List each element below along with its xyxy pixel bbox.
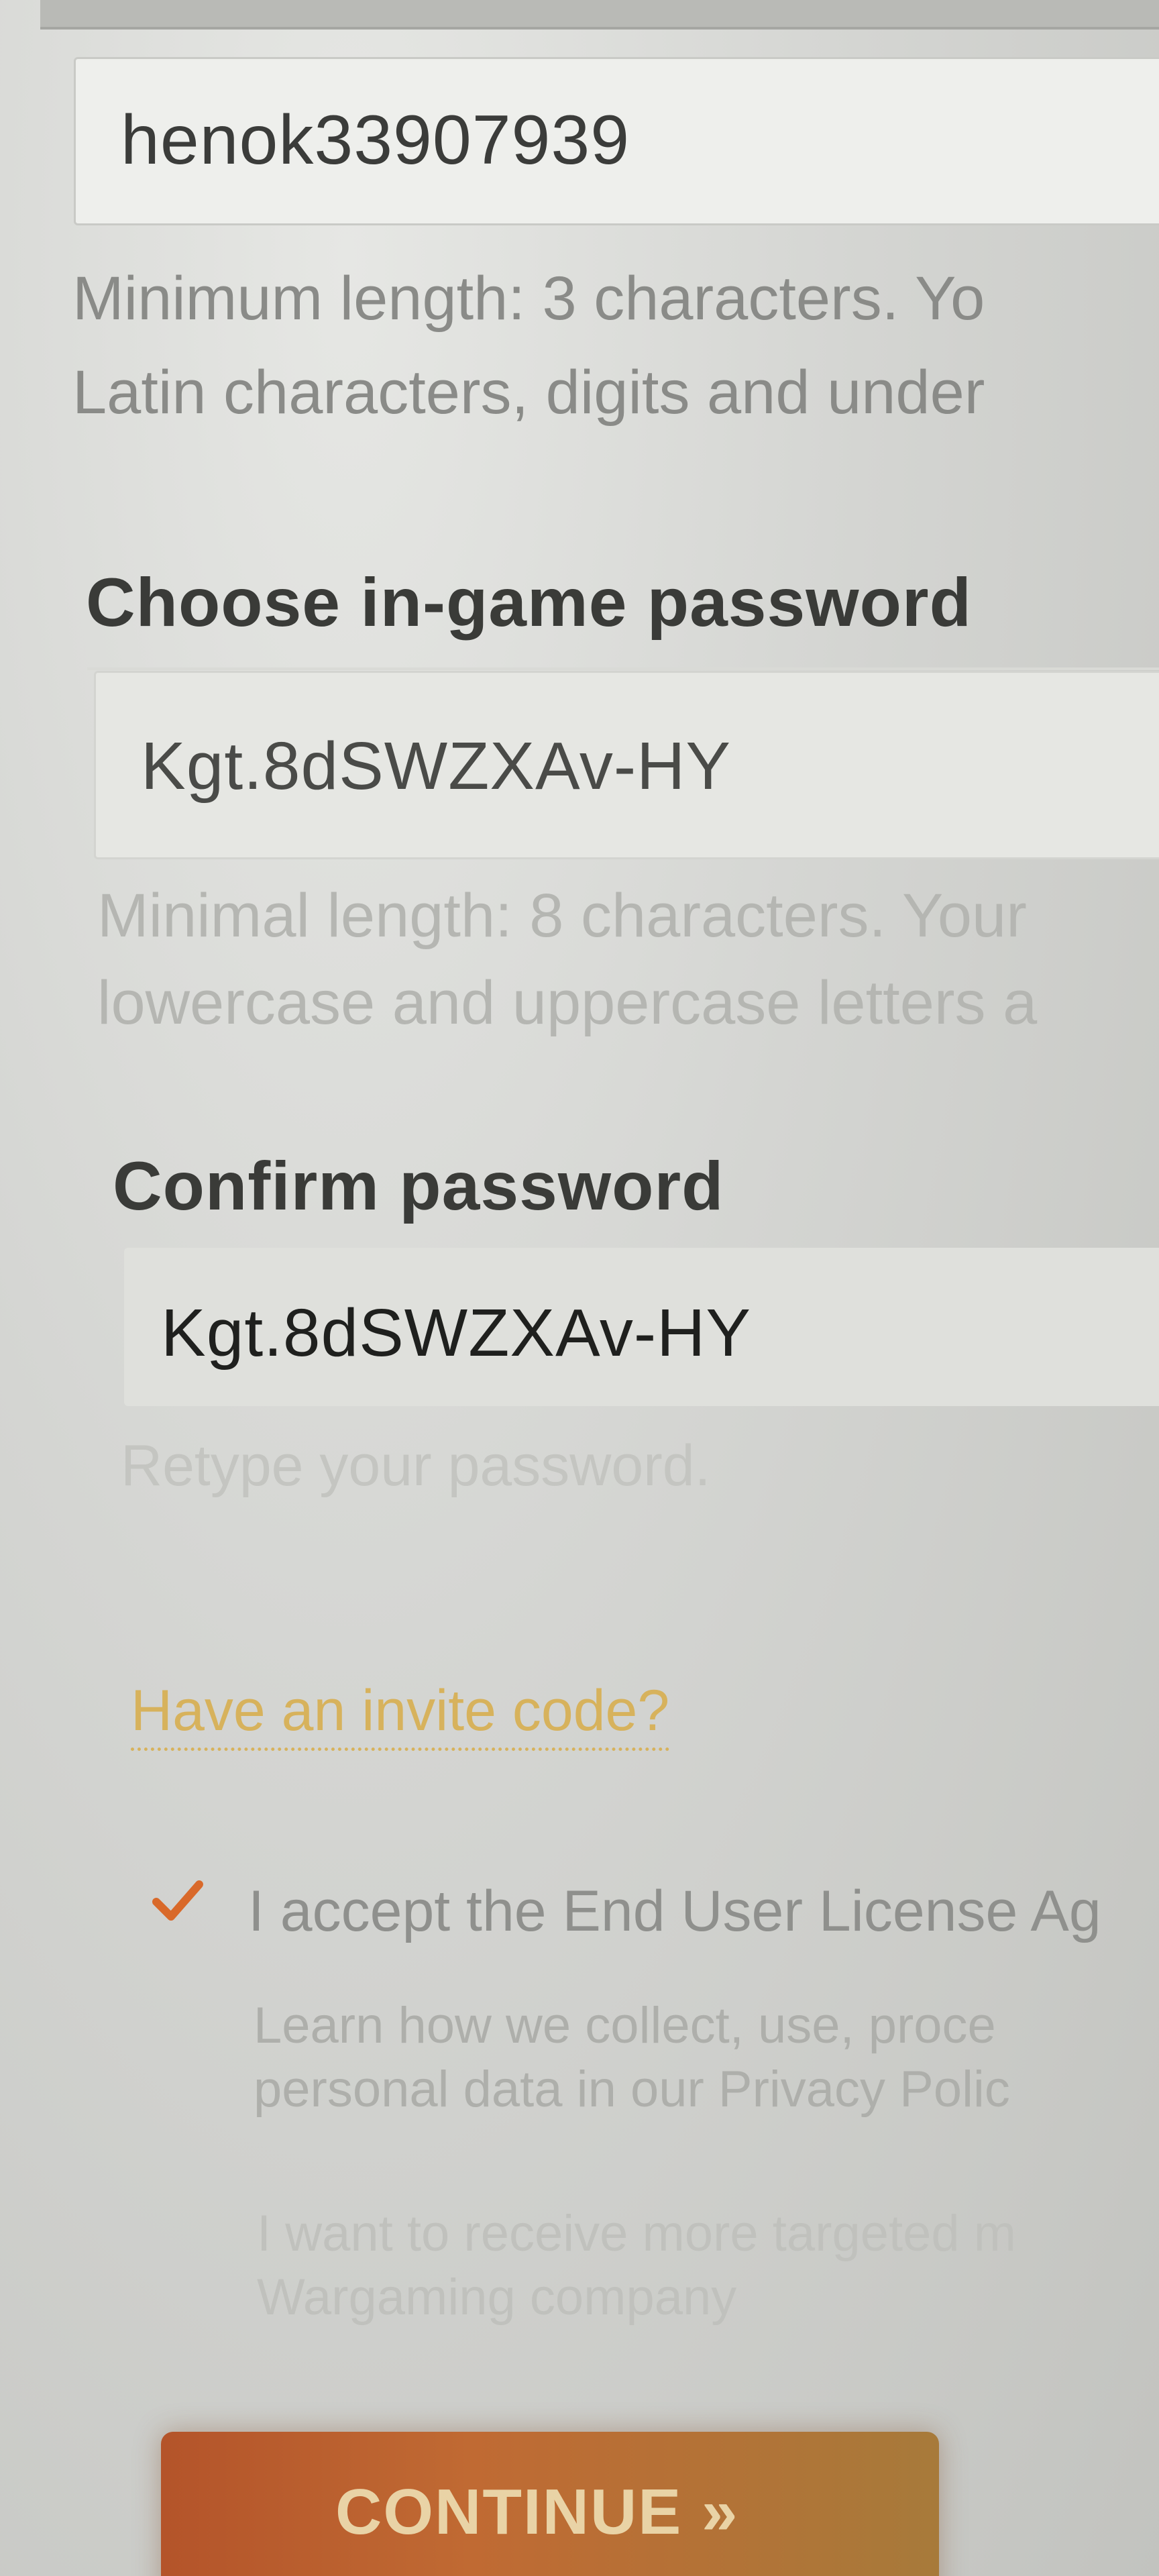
confirm-password-value: Kgt.8dSWZXAv-HY bbox=[161, 1295, 752, 1371]
password-hint-line2: lowercase and uppercase letters a bbox=[97, 969, 1038, 1037]
registration-form: henok33907939 Minimum length: 3 characte… bbox=[0, 0, 1159, 2576]
confirm-password-label: Confirm password bbox=[113, 1148, 724, 1224]
password-value: Kgt.8dSWZXAv-HY bbox=[141, 729, 732, 804]
password-hint-line1: Minimal length: 8 characters. Your bbox=[97, 881, 1027, 950]
marketing-text-line2[interactable]: Wargaming company bbox=[257, 2261, 736, 2334]
checkmark-icon[interactable] bbox=[151, 1875, 205, 1929]
continue-button-label: CONTINUE » bbox=[335, 2476, 739, 2548]
username-hint-line1: Minimum length: 3 characters. Yo bbox=[72, 264, 985, 333]
privacy-text-line2: personal data in our Privacy Polic bbox=[254, 2061, 1010, 2118]
eula-accept-label[interactable]: I accept the End User License Ag bbox=[248, 1878, 1101, 1945]
top-edge bbox=[40, 0, 1159, 30]
marketing-text-line1[interactable]: I want to receive more targeted m bbox=[257, 2197, 1016, 2271]
privacy-text-line1: Learn how we collect, use, proce bbox=[254, 1997, 996, 2054]
password-divider bbox=[87, 667, 1159, 670]
invite-code-link[interactable]: Have an invite code? bbox=[131, 1674, 670, 1751]
username-value: henok33907939 bbox=[121, 101, 630, 179]
confirm-password-hint: Retype your password. bbox=[121, 1434, 711, 1498]
username-hint-line2: Latin characters, digits and under bbox=[72, 358, 985, 427]
password-label: Choose in-game password bbox=[86, 564, 972, 641]
